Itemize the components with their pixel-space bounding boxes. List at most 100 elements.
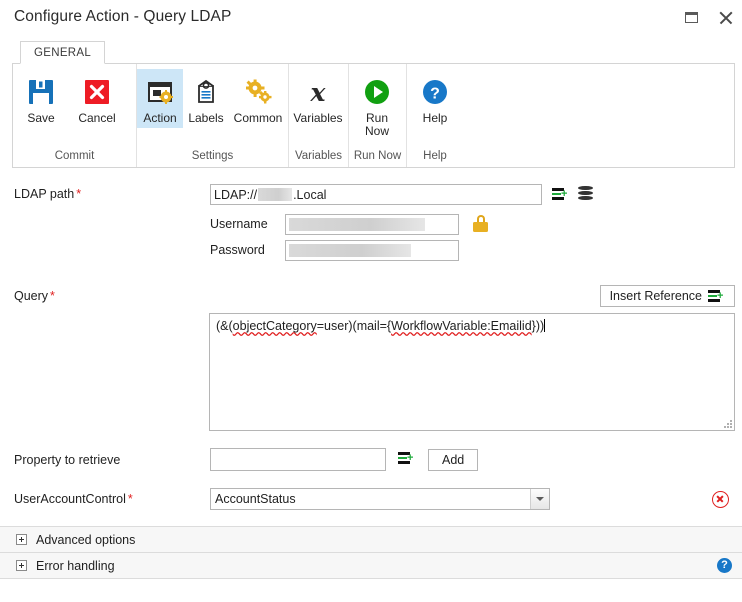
ldap-path-value-prefix: LDAP:// — [214, 187, 258, 202]
insert-reference-icon: + — [708, 290, 725, 302]
ldap-path-input[interactable]: LDAP:// .Local — [210, 184, 542, 205]
query-required-mark: * — [50, 289, 55, 303]
close-window-button[interactable] — [708, 2, 742, 32]
user-account-control-select[interactable]: AccountStatus — [210, 488, 550, 510]
ribbon-group-variables-label: Variables — [294, 150, 343, 162]
cancel-button[interactable]: Cancel — [69, 69, 125, 128]
password-redacted-value — [289, 244, 411, 257]
insert-reference-label: Insert Reference — [609, 289, 702, 303]
text-caret — [544, 319, 546, 332]
ribbon-group-help: ? Help Help — [407, 64, 734, 167]
username-row: Username — [0, 214, 742, 235]
database-stack-icon — [578, 186, 593, 202]
window-titlebar: Configure Action - Query LDAP — [0, 0, 742, 34]
svg-text:?: ? — [430, 86, 440, 103]
password-label: Password — [210, 243, 265, 257]
add-property-button[interactable]: Add — [428, 448, 479, 471]
user-account-control-label: UserAccountControl — [14, 492, 126, 506]
green-play-icon — [363, 74, 391, 110]
save-button[interactable]: Save — [13, 69, 69, 128]
window-title: Configure Action - Query LDAP — [14, 8, 232, 25]
collapsible-sections: Advanced options Error handling ? — [0, 526, 742, 579]
configure-action-form: LDAP path * LDAP://.Local + Username Pas… — [0, 184, 742, 579]
ribbon-group-run-now: Run Now Run Now — [349, 64, 407, 167]
resize-grip[interactable] — [722, 418, 732, 428]
ldap-path-insert-reference-button[interactable]: + — [552, 184, 569, 203]
expand-icon[interactable] — [16, 560, 27, 571]
error-handling-help-icon[interactable]: ? — [717, 558, 732, 573]
query-text: (&(objectCategory=user)(mail={WorkflowVa… — [210, 314, 734, 339]
ldap-path-value-suffix: .Local — [293, 187, 327, 202]
remove-user-account-control-button[interactable] — [712, 490, 729, 508]
svg-text:x: x — [310, 78, 327, 107]
query-textarea[interactable]: (&(objectCategory=user)(mail={WorkflowVa… — [209, 313, 735, 431]
x-variable-icon: x — [303, 74, 333, 110]
gears-icon — [243, 74, 273, 110]
ribbon-group-help-items: ? Help — [407, 69, 463, 141]
user-account-control-required-mark: * — [127, 492, 133, 506]
ribbon: GENERAL Save Cancel Commit Action Labels… — [12, 37, 735, 168]
query-part-3: })) — [531, 319, 545, 333]
run-now-label: Run Now — [364, 111, 389, 138]
insert-reference-button[interactable]: Insert Reference + — [599, 285, 735, 307]
blue-question-icon: ? — [421, 74, 449, 110]
query-textarea-wrap: (&(objectCategory=user)(mail={WorkflowVa… — [0, 313, 742, 431]
labels-label: Labels — [188, 111, 224, 125]
section-advanced-options-label: Advanced options — [36, 532, 136, 547]
restore-icon — [684, 11, 698, 23]
ldap-path-redacted-host — [258, 188, 293, 201]
close-icon — [718, 10, 733, 25]
query-spellcheck-1: objectCategory — [232, 319, 317, 333]
user-account-control-row: UserAccountControl * AccountStatus — [0, 488, 742, 510]
tab-general[interactable]: GENERAL — [20, 41, 106, 64]
red-x-icon — [82, 74, 112, 110]
section-advanced-options[interactable]: Advanced options — [0, 526, 742, 553]
add-property-label: Add — [442, 452, 465, 467]
floppy-disk-icon — [26, 74, 56, 110]
ribbon-group-commit: Save Cancel Commit — [13, 64, 137, 167]
ribbon-group-variables-items: x Variables — [289, 69, 348, 141]
variables-label: Variables — [293, 111, 343, 125]
username-redacted-value — [289, 218, 425, 231]
ribbon-group-settings-label: Settings — [191, 150, 234, 162]
ldap-path-label: LDAP path — [14, 187, 75, 201]
common-label: Common — [233, 111, 283, 125]
action-button[interactable]: Action — [137, 69, 183, 128]
expand-icon[interactable] — [16, 534, 27, 545]
query-spellcheck-2: WorkflowVariable:Emailid — [391, 319, 532, 333]
property-to-retrieve-row: Property to retrieve + Add — [0, 448, 742, 471]
password-input[interactable] — [285, 240, 459, 261]
common-button[interactable]: Common — [229, 69, 287, 128]
variables-button[interactable]: x Variables — [289, 69, 347, 128]
labels-button[interactable]: Labels — [183, 69, 229, 128]
property-to-retrieve-input[interactable] — [210, 448, 386, 471]
section-error-handling[interactable]: Error handling ? — [0, 552, 742, 579]
query-part-1: (&( — [216, 319, 233, 333]
restore-window-button[interactable] — [674, 2, 708, 32]
insert-reference-icon: + — [398, 452, 415, 464]
query-label: Query — [14, 289, 49, 303]
username-input[interactable] — [285, 214, 459, 235]
password-row: Password — [0, 240, 742, 261]
ribbon-group-run-now-label: Run Now — [353, 150, 402, 162]
tag-icon — [191, 74, 221, 110]
run-now-button[interactable]: Run Now — [349, 69, 405, 140]
ribbon-group-settings: Action Labels Common Settings — [137, 64, 289, 167]
ldap-path-browse-directory-button[interactable] — [578, 184, 593, 205]
ribbon-tabstrip: GENERAL — [12, 37, 735, 64]
query-part-2: =user)(mail={ — [316, 319, 392, 333]
insert-reference-icon: + — [552, 188, 569, 200]
cancel-label: Cancel — [78, 111, 116, 125]
ribbon-group-commit-items: Save Cancel — [13, 69, 136, 141]
ribbon-group-settings-items: Action Labels Common — [137, 69, 288, 141]
username-label: Username — [210, 217, 268, 231]
padlock-icon — [473, 215, 488, 232]
help-button[interactable]: ? Help — [407, 69, 463, 128]
ldap-path-row: LDAP path * LDAP:// .Local + — [0, 184, 742, 205]
ribbon-panel: Save Cancel Commit Action Labels Common … — [12, 63, 735, 168]
property-insert-reference-button[interactable]: + — [398, 452, 415, 467]
chevron-down-icon[interactable] — [530, 489, 549, 509]
credentials-lock-indicator — [473, 214, 488, 232]
ldap-path-required-mark: * — [76, 187, 82, 201]
property-to-retrieve-label: Property to retrieve — [14, 452, 121, 467]
